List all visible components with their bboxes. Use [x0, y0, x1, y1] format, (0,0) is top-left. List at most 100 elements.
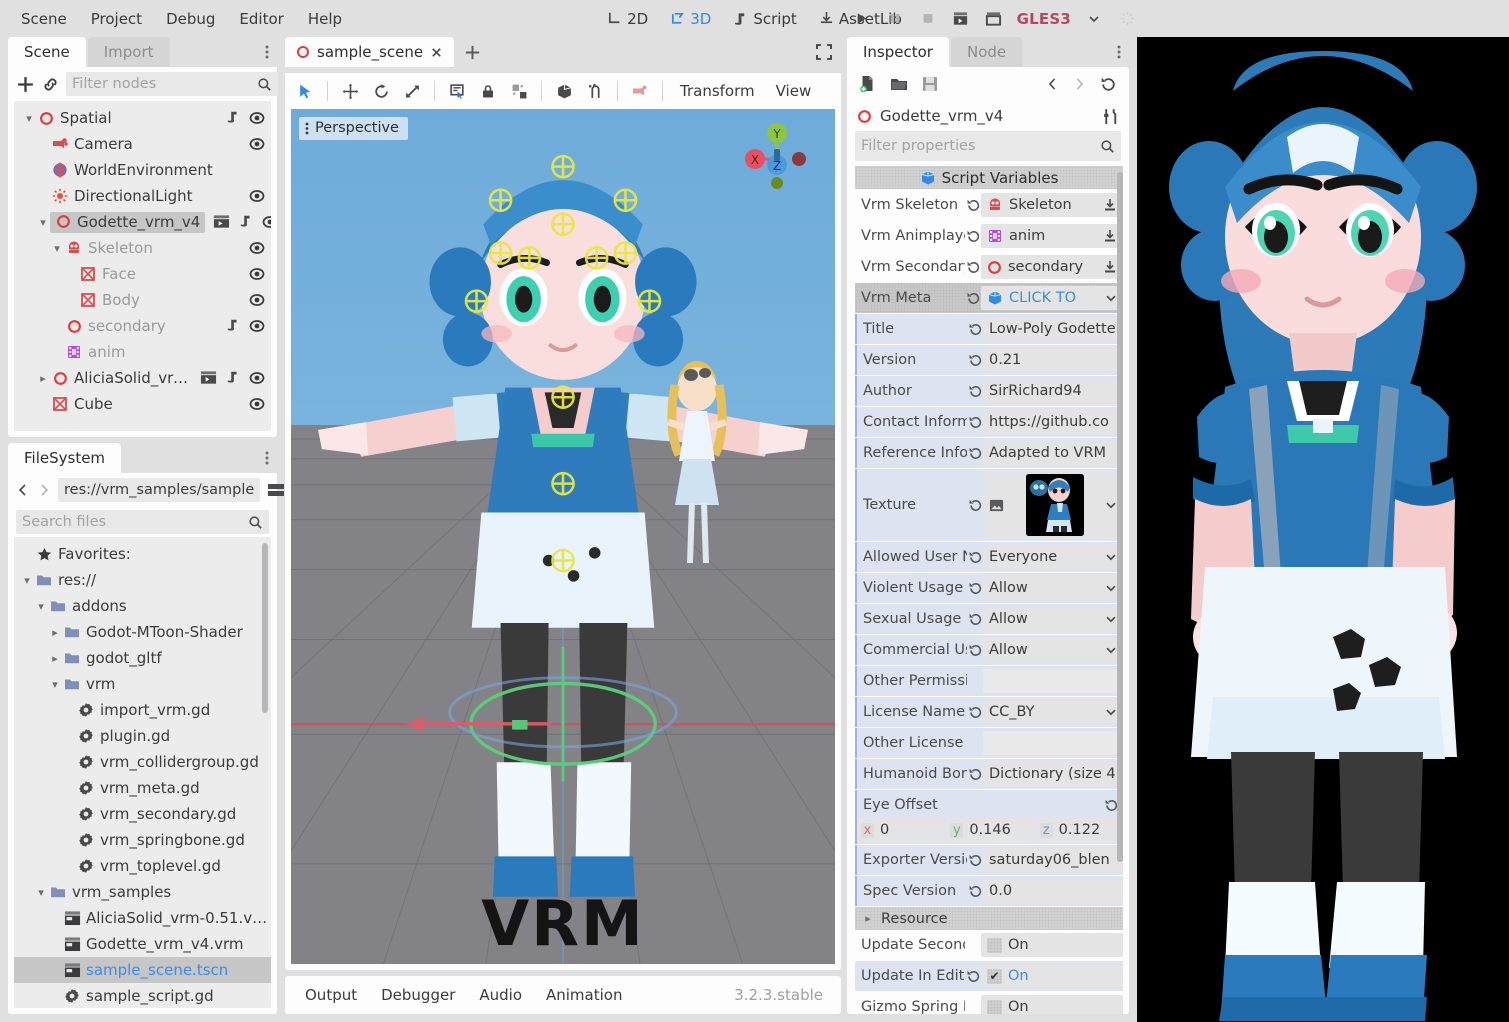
property-eye-offset-y[interactable]: y 0.146: [946, 818, 1034, 842]
property-vrm-skeleton-row[interactable]: Vrm Skeleton Skeleton: [855, 190, 1123, 220]
scene-tree-item-aliciasolid-vrm-051[interactable]: ▸ AliciaSolid_vrm-051: [14, 365, 271, 391]
add-scene-button[interactable]: [454, 37, 491, 67]
property-gizmo-spring-bon-checkbox[interactable]: [987, 999, 1002, 1014]
chevron-right-icon[interactable]: ▸: [36, 372, 50, 385]
property-texture-value[interactable]: [983, 471, 1123, 539]
scene-tree-item-face[interactable]: Face: [14, 261, 271, 287]
menu-editor[interactable]: Editor: [228, 5, 294, 33]
close-icon[interactable]: [430, 46, 443, 59]
chevron-down-icon[interactable]: ▾: [48, 678, 62, 691]
mode-button-2d[interactable]: 2D: [598, 6, 657, 32]
property-version-row[interactable]: Version 0.21: [855, 345, 1123, 375]
script-badge-icon[interactable]: [238, 214, 254, 230]
revert-icon[interactable]: [967, 884, 983, 899]
move-icon[interactable]: [336, 78, 364, 104]
visibility-eye-icon[interactable]: [249, 267, 265, 281]
chevron-down-icon[interactable]: [1105, 613, 1117, 625]
viewport-menu-view[interactable]: View: [767, 78, 821, 104]
scene-tree-item-cube[interactable]: Cube: [14, 391, 271, 417]
scene-tree-item-skeleton[interactable]: ▾ Skeleton: [14, 235, 271, 261]
filesystem-item-aliciasolid-vrm-0-51-vrm[interactable]: AliciaSolid_vrm-0.51.vrm: [14, 905, 271, 931]
instance-scene-icon[interactable]: [42, 73, 59, 95]
property-title-value[interactable]: Low-Poly Godette: [983, 317, 1123, 341]
revert-icon[interactable]: [967, 384, 983, 399]
revert-icon[interactable]: [967, 705, 983, 720]
revert-icon[interactable]: [965, 198, 981, 213]
bottom-panel-output[interactable]: Output: [295, 981, 367, 1009]
scene-tree-item-directionallight[interactable]: DirectionalLight: [14, 183, 271, 209]
property-allowed-user-na-value[interactable]: Everyone: [983, 545, 1123, 569]
property-eye-offset-z[interactable]: z 0.122: [1035, 818, 1123, 842]
play-scene-icon[interactable]: [951, 9, 971, 29]
animplayer-badge-icon[interactable]: [200, 371, 217, 385]
property-update-in-editor-value[interactable]: ✔ On: [981, 964, 1123, 988]
scene-tree-item-body[interactable]: Body: [14, 287, 271, 313]
property-other-license-url-row[interactable]: Other License Url: [855, 728, 1123, 758]
assign-icon[interactable]: [1103, 198, 1117, 212]
distraction-free-mode-icon[interactable]: [815, 37, 847, 67]
visibility-eye-icon[interactable]: [249, 293, 265, 307]
chevron-down-icon[interactable]: [1105, 582, 1117, 594]
snap-icon[interactable]: [581, 78, 609, 104]
inspector-scrollbar[interactable]: [1117, 172, 1123, 862]
property-update-secondary-checkbox[interactable]: [987, 937, 1002, 953]
property-contact-informa-value[interactable]: https://github.co: [983, 410, 1123, 434]
filesystem-dock-menu-icon[interactable]: [257, 443, 277, 473]
bottom-panel-debugger[interactable]: Debugger: [371, 981, 465, 1009]
visibility-eye-icon[interactable]: [249, 111, 265, 125]
mesh-view-icon[interactable]: [550, 78, 578, 104]
property-commercial-usa-row[interactable]: Commercial Usa Allow: [855, 635, 1123, 665]
save-resource-icon[interactable]: [922, 76, 938, 92]
3d-viewport[interactable]: Perspective Y X Z VRM: [291, 109, 835, 964]
chevron-down-icon[interactable]: ▾: [20, 574, 34, 587]
revert-icon[interactable]: [967, 550, 983, 565]
chevron-down-icon[interactable]: [1105, 551, 1117, 563]
visibility-eye-icon[interactable]: [249, 319, 265, 333]
scene-filter-field[interactable]: [66, 72, 278, 96]
object-tools-icon[interactable]: [1102, 108, 1119, 125]
revert-icon[interactable]: [967, 353, 983, 368]
property-eye-offset-value[interactable]: x 0 y 0.146 z 0.122: [857, 818, 1123, 842]
list-select-icon[interactable]: [443, 78, 471, 104]
filter-nodes-input[interactable]: [72, 76, 253, 92]
property-vrm-meta-row[interactable]: Vrm Meta CLICK TO: [855, 283, 1123, 313]
scene-tree[interactable]: ▾ Spatial Camera WorldEnvironment Directiona…: [14, 101, 271, 431]
visibility-eye-icon[interactable]: [262, 215, 271, 229]
filesystem-item-res-[interactable]: ▾ res://: [14, 567, 271, 593]
filesystem-item-plugin-gd[interactable]: plugin.gd: [14, 723, 271, 749]
property-commercial-usa-value[interactable]: Allow: [983, 638, 1123, 662]
filesystem-item-vrm-samples[interactable]: ▾ vrm_samples: [14, 879, 271, 905]
pause-icon[interactable]: [885, 9, 905, 29]
tab-scene[interactable]: Scene: [8, 37, 86, 67]
filesystem-item-favorites-[interactable]: Favorites:: [14, 541, 271, 567]
revert-icon[interactable]: [967, 581, 983, 596]
property-texture-row[interactable]: Texture: [855, 469, 1123, 541]
filesystem-item-vrm[interactable]: ▾ vrm: [14, 671, 271, 697]
revert-icon[interactable]: [965, 291, 981, 306]
filesystem-item-vrm-meta-gd[interactable]: vrm_meta.gd: [14, 775, 271, 801]
chevron-down-icon[interactable]: ▾: [36, 216, 50, 229]
revert-icon[interactable]: [967, 643, 983, 658]
property-spec-version-row[interactable]: Spec Version 0.0: [855, 876, 1123, 906]
nav-back-icon[interactable]: [16, 479, 30, 501]
property-spec-version-value[interactable]: 0.0: [983, 879, 1123, 903]
chevron-right-icon[interactable]: ▸: [48, 652, 62, 665]
split-mode-icon[interactable]: [267, 479, 285, 501]
history-next-icon[interactable]: [1073, 77, 1086, 91]
property-other-permission-row[interactable]: Other Permission: [855, 666, 1123, 696]
camera-preview-icon[interactable]: [626, 78, 654, 104]
chevron-down-icon[interactable]: ▾: [22, 112, 36, 125]
property-other-license-url-value[interactable]: [983, 731, 1123, 755]
revert-icon[interactable]: [965, 260, 981, 275]
texture-thumbnail[interactable]: [1025, 474, 1084, 536]
filesystem-item-godette-vrm-v4-vrm[interactable]: Godette_vrm_v4.vrm: [14, 931, 271, 957]
property-reference-infor-value[interactable]: Adapted to VRM: [983, 441, 1123, 465]
filter-properties-input[interactable]: [861, 138, 1096, 154]
filesystem-item-sample-scene-tscn[interactable]: sample_scene.tscn: [14, 957, 271, 983]
property-exporter-version-row[interactable]: Exporter Version saturday06_blen: [855, 845, 1123, 875]
chevron-down-icon[interactable]: [1105, 644, 1117, 656]
animplayer-badge-icon[interactable]: [213, 215, 230, 229]
visibility-eye-icon[interactable]: [249, 371, 265, 385]
scene-dock-menu-icon[interactable]: [257, 37, 277, 67]
filesystem-path-field[interactable]: res://vrm_samples/sample: [58, 478, 261, 502]
